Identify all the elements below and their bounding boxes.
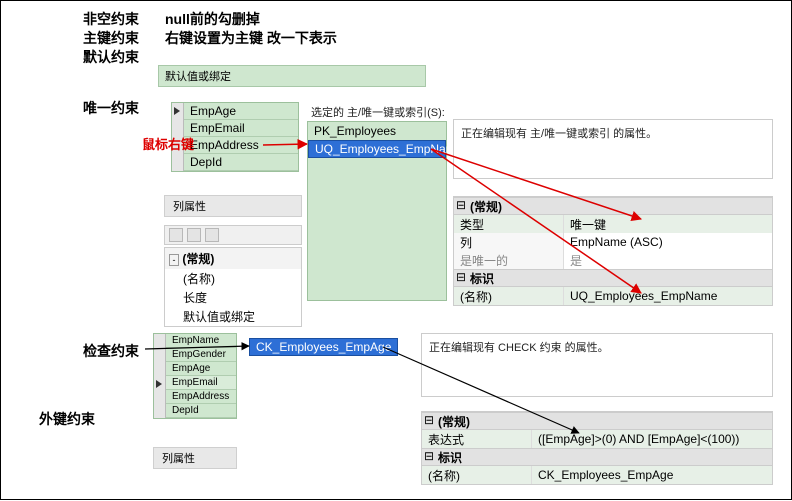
constraint-primary-desc: 右键设置为主键 改一下表示 bbox=[165, 28, 337, 48]
col-cell[interactable]: EmpAddress bbox=[184, 137, 298, 154]
section-toggle-icon[interactable]: ⊟ bbox=[454, 270, 468, 286]
default-value-cell[interactable]: 默认值或绑定 bbox=[158, 65, 426, 87]
tree-item[interactable]: (名称) bbox=[165, 269, 301, 288]
col-cell[interactable]: EmpAge bbox=[184, 103, 298, 120]
toolbar-btn[interactable] bbox=[169, 228, 183, 242]
section-toggle-icon[interactable]: ⊟ bbox=[454, 198, 468, 214]
prop-val[interactable]: EmpName (ASC) bbox=[564, 233, 772, 251]
check-prop-grid[interactable]: ⊟(常规) 表达式([EmpAge]>(0) AND [EmpAge]<(100… bbox=[421, 411, 773, 485]
prop-val: 是 bbox=[564, 251, 772, 269]
index-list[interactable]: PK_Employees UQ_Employees_EmpName bbox=[307, 121, 447, 301]
prop-key: 类型 bbox=[454, 215, 564, 233]
prop-val[interactable]: CK_Employees_EmpAge bbox=[532, 466, 772, 484]
constraint-unique-label: 唯一约束 bbox=[83, 98, 139, 118]
toolbar-btn[interactable] bbox=[187, 228, 201, 242]
prop-key: 列 bbox=[454, 233, 564, 251]
check-right-desc: 正在编辑现有 CHECK 约束 的属性。 bbox=[429, 339, 609, 355]
prop-section: 标识 bbox=[436, 449, 772, 465]
col-cell[interactable]: EmpEmail bbox=[184, 120, 298, 137]
prop-key: (名称) bbox=[454, 287, 564, 305]
col-cell[interactable]: EmpName bbox=[166, 334, 236, 348]
prop-val[interactable]: UQ_Employees_EmpName bbox=[564, 287, 772, 305]
col-cell[interactable]: EmpAddress bbox=[166, 390, 236, 404]
col-cell[interactable]: EmpGender bbox=[166, 348, 236, 362]
col-cell[interactable]: EmpEmail bbox=[166, 376, 236, 390]
col-cell[interactable]: EmpAge bbox=[166, 362, 236, 376]
prop-key: 表达式 bbox=[422, 430, 532, 448]
col-prop-tree[interactable]: - (常规) (名称) 长度 默认值或绑定 bbox=[164, 247, 302, 327]
prop-key: 是唯一的 bbox=[454, 251, 564, 269]
tree-item[interactable]: 默认值或绑定 bbox=[165, 307, 301, 326]
col-cell[interactable]: DepId bbox=[184, 154, 298, 171]
prop-val[interactable]: 唯一键 bbox=[564, 215, 772, 233]
tree-item[interactable]: 长度 bbox=[165, 288, 301, 307]
constraint-notnull-desc: null前的勾删掉 bbox=[165, 9, 260, 29]
check-item-selected: CK_Employees_EmpAge bbox=[249, 338, 398, 356]
section-toggle-icon[interactable]: ⊟ bbox=[422, 449, 436, 465]
col-prop-toolbar[interactable] bbox=[164, 225, 302, 245]
constraint-primary-label: 主键约束 bbox=[83, 28, 139, 48]
constraint-foreign-label: 外键约束 bbox=[39, 409, 95, 429]
prop-section: (常规) bbox=[468, 198, 772, 214]
prop-key: (名称) bbox=[422, 466, 532, 484]
toolbar-btn[interactable] bbox=[205, 228, 219, 242]
col-prop-title: 列属性 bbox=[164, 195, 302, 217]
col-prop-title-check: 列属性 bbox=[153, 447, 237, 469]
prop-section: 标识 bbox=[468, 270, 772, 286]
column-list-check[interactable]: EmpName EmpGender EmpAge EmpEmail EmpAdd… bbox=[153, 333, 237, 419]
section-toggle-icon[interactable]: ⊟ bbox=[422, 413, 436, 429]
constraint-check-label: 检查约束 bbox=[83, 341, 139, 361]
col-cell[interactable]: DepId bbox=[166, 404, 236, 418]
unique-prop-grid[interactable]: ⊟(常规) 类型唯一键 列EmpName (ASC) 是唯一的是 ⊟标识 (名称… bbox=[453, 196, 773, 306]
check-item-cell[interactable]: CK_Employees_EmpAge bbox=[249, 338, 398, 356]
index-item[interactable]: PK_Employees bbox=[308, 122, 446, 140]
prop-section: (常规) bbox=[436, 413, 772, 429]
index-picker-label: 选定的 主/唯一键或索引(S): bbox=[311, 104, 445, 120]
constraint-default-label: 默认约束 bbox=[83, 47, 139, 67]
unique-desc-panel bbox=[453, 119, 773, 179]
prop-val[interactable]: ([EmpAge]>(0) AND [EmpAge]<(100)) bbox=[532, 430, 772, 448]
index-item-selected[interactable]: UQ_Employees_EmpName bbox=[308, 140, 446, 158]
tree-toggle-icon[interactable]: - bbox=[169, 254, 179, 266]
rightclick-hint: 鼠标右键 bbox=[142, 134, 194, 153]
constraint-notnull-label: 非空约束 bbox=[83, 9, 139, 29]
tree-title: (常规) bbox=[182, 252, 214, 266]
